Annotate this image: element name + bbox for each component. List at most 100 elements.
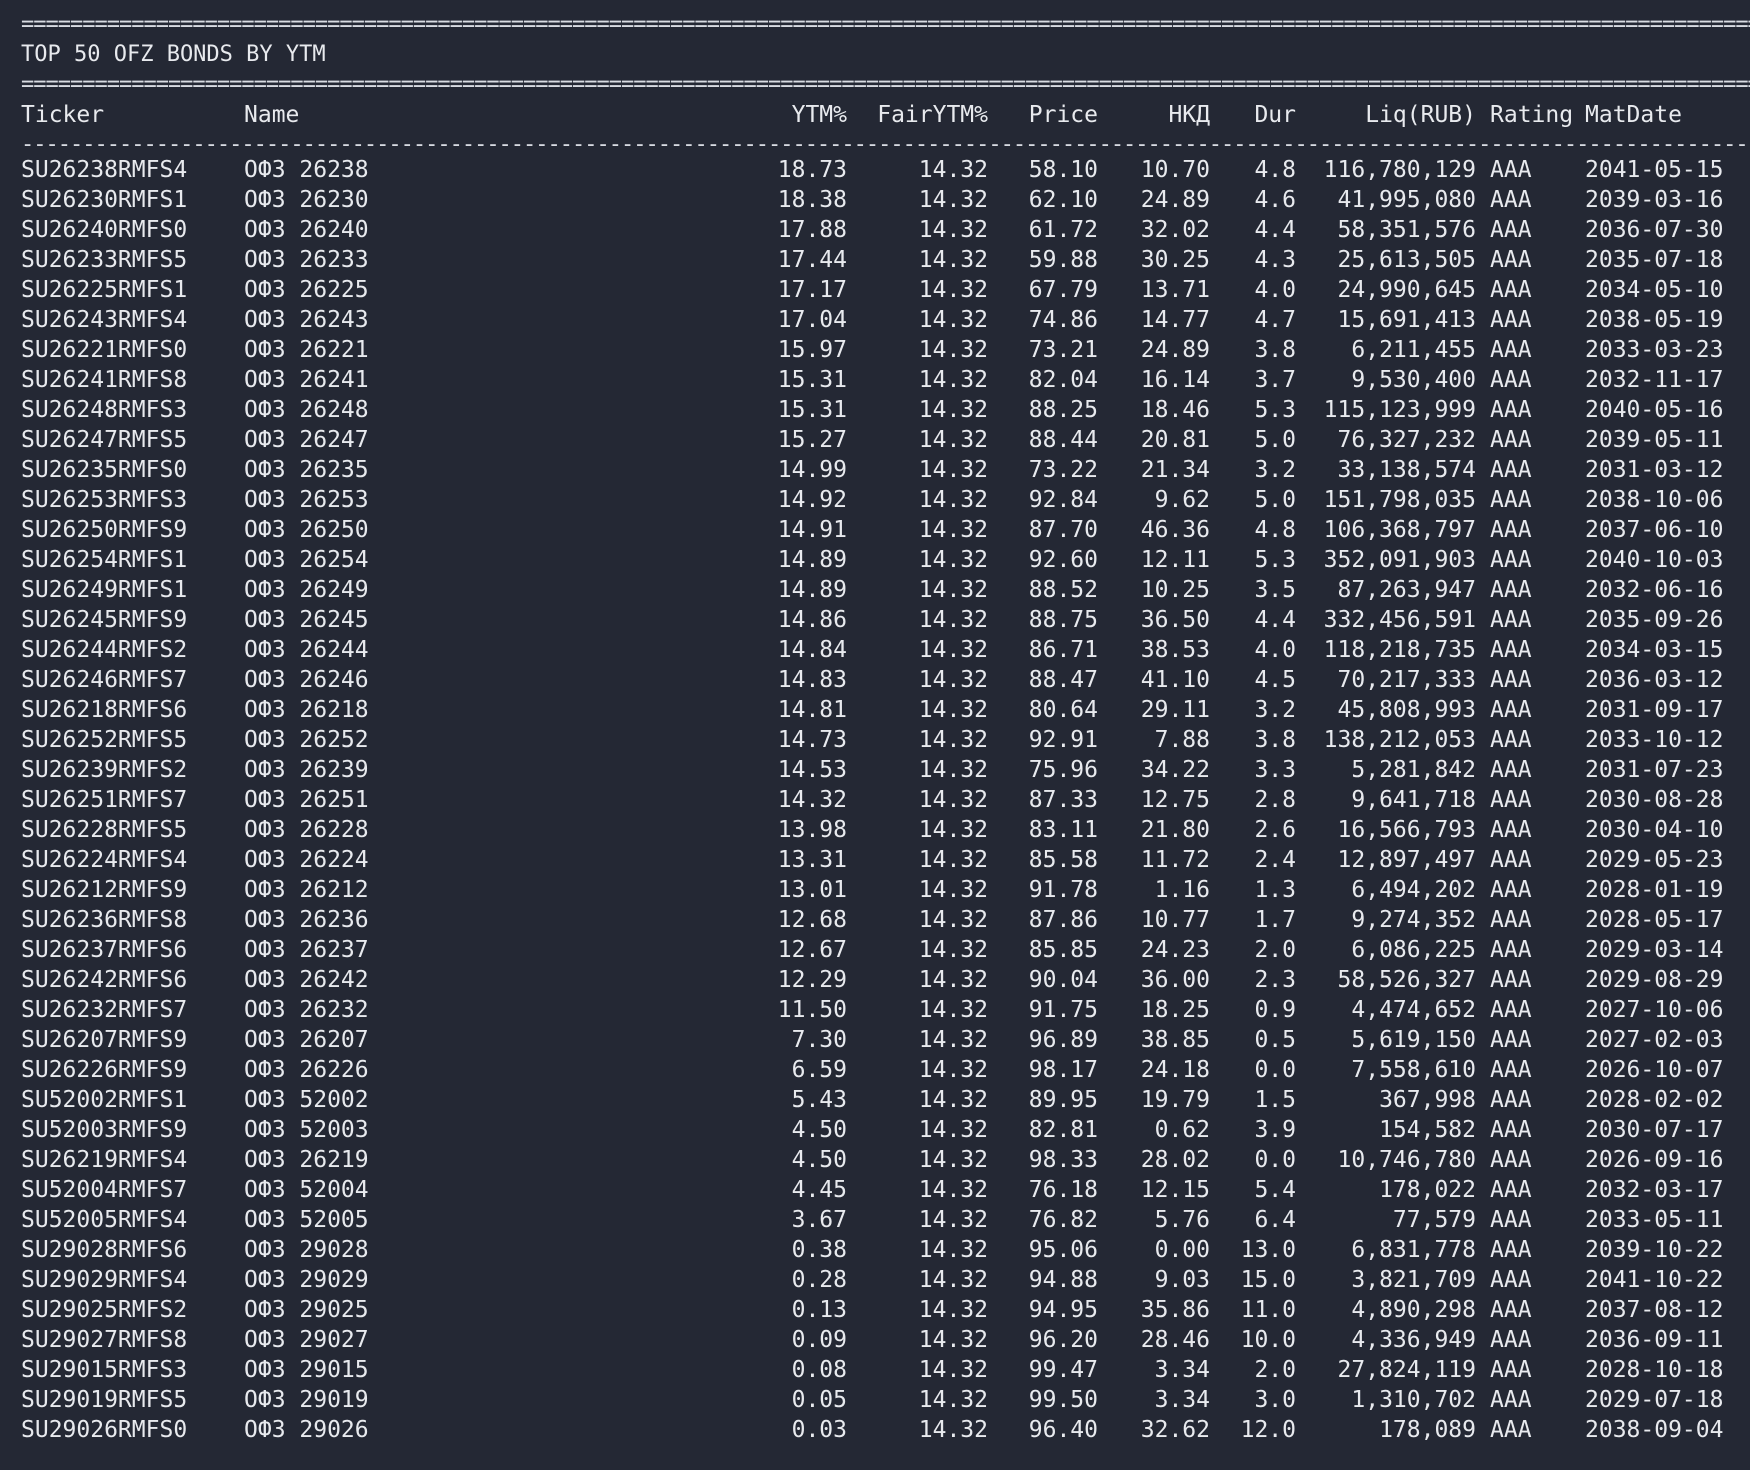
cell-maturity-date: 2039-03-16	[1585, 187, 1724, 213]
cell-ytm: 0.05	[791, 1387, 847, 1413]
cell-ytm: 14.53	[777, 757, 847, 783]
cell-maturity-date: 2035-09-26	[1585, 607, 1724, 633]
cell-dur: 1.7	[1254, 907, 1296, 933]
cell-dur: 4.8	[1254, 157, 1296, 183]
cell-dur: 0.0	[1254, 1057, 1296, 1083]
header-liquidity: Liq(RUB)	[1365, 102, 1476, 128]
cell-maturity-date: 2032-11-17	[1585, 367, 1724, 393]
cell-liquidity: 4,890,298	[1351, 1297, 1476, 1323]
cell-liquidity: 25,613,505	[1337, 247, 1476, 273]
cell-ticker: SU29026RMFS0	[21, 1417, 188, 1443]
cell-name: ОФЗ 26221	[244, 337, 369, 363]
cell-liquidity: 116,780,129	[1323, 157, 1476, 183]
cell-ytm: 7.30	[791, 1027, 847, 1053]
cell-rating: AAA	[1490, 817, 1532, 843]
cell-ytm: 14.86	[777, 607, 847, 633]
cell-ticker: SU52005RMFS4	[21, 1207, 188, 1233]
cell-rating: AAA	[1490, 1147, 1532, 1173]
double-separator-mid: ========================================…	[21, 72, 1750, 97]
cell-price: 88.47	[1028, 667, 1098, 693]
cell-name: ОФЗ 26242	[244, 967, 369, 993]
cell-rating: AAA	[1490, 487, 1532, 513]
cell-nkd: 16.14	[1140, 367, 1210, 393]
cell-name: ОФЗ 26240	[244, 217, 369, 243]
cell-ytm: 0.03	[791, 1417, 847, 1443]
cell-liquidity: 4,336,949	[1351, 1327, 1476, 1353]
header-name: Name	[244, 102, 300, 128]
cell-price: 96.40	[1028, 1417, 1098, 1443]
cell-price: 62.10	[1028, 187, 1098, 213]
cell-ticker: SU26218RMFS6	[21, 697, 188, 723]
cell-name: ОФЗ 29027	[244, 1327, 369, 1353]
cell-ticker: SU26228RMFS5	[21, 817, 188, 843]
cell-ticker: SU29027RMFS8	[21, 1327, 188, 1353]
cell-name: ОФЗ 26237	[244, 937, 369, 963]
cell-liquidity: 12,897,497	[1337, 847, 1476, 873]
cell-liquidity: 5,619,150	[1351, 1027, 1476, 1053]
cell-liquidity: 178,022	[1379, 1177, 1476, 1203]
cell-ticker: SU26212RMFS9	[21, 877, 188, 903]
cell-ticker: SU26252RMFS5	[21, 727, 188, 753]
cell-maturity-date: 2030-04-10	[1585, 817, 1724, 843]
cell-ytm: 13.98	[777, 817, 847, 843]
cell-maturity-date: 2036-09-11	[1585, 1327, 1724, 1353]
cell-fair-ytm: 14.32	[918, 907, 988, 933]
cell-maturity-date: 2030-08-28	[1585, 787, 1724, 813]
cell-fair-ytm: 14.32	[918, 667, 988, 693]
header-fair-ytm: FairYTM%	[877, 102, 988, 128]
cell-price: 73.22	[1028, 457, 1098, 483]
cell-ticker: SU26251RMFS7	[21, 787, 188, 813]
report-title: TOP 50 OFZ BONDS BY YTM	[21, 42, 326, 67]
cell-name: ОФЗ 26241	[244, 367, 369, 393]
cell-ytm: 17.44	[777, 247, 847, 273]
cell-maturity-date: 2038-09-04	[1585, 1417, 1724, 1443]
cell-name: ОФЗ 26247	[244, 427, 369, 453]
cell-rating: AAA	[1490, 1357, 1532, 1383]
cell-liquidity: 9,530,400	[1351, 367, 1476, 393]
header-nkd: НКД	[1168, 102, 1210, 128]
cell-nkd: 28.46	[1140, 1327, 1210, 1353]
cell-ytm: 0.08	[791, 1357, 847, 1383]
cell-rating: AAA	[1490, 847, 1532, 873]
double-separator-top: ========================================…	[21, 12, 1750, 37]
cell-price: 88.25	[1028, 397, 1098, 423]
cell-nkd: 10.70	[1140, 157, 1210, 183]
terminal-window: ========================================…	[0, 0, 1750, 1470]
cell-price: 83.11	[1028, 817, 1098, 843]
cell-nkd: 12.15	[1140, 1177, 1210, 1203]
cell-liquidity: 76,327,232	[1337, 427, 1476, 453]
cell-maturity-date: 2031-09-17	[1585, 697, 1724, 723]
cell-name: ОФЗ 26207	[244, 1027, 369, 1053]
cell-dur: 3.7	[1254, 367, 1296, 393]
cell-name: ОФЗ 29029	[244, 1267, 369, 1293]
cell-fair-ytm: 14.32	[918, 1147, 988, 1173]
cell-maturity-date: 2029-03-14	[1585, 937, 1724, 963]
cell-price: 94.95	[1028, 1297, 1098, 1323]
cell-nkd: 21.34	[1140, 457, 1210, 483]
cell-nkd: 21.80	[1140, 817, 1210, 843]
cell-liquidity: 41,995,080	[1337, 187, 1476, 213]
cell-nkd: 10.77	[1140, 907, 1210, 933]
cell-dur: 2.6	[1254, 817, 1296, 843]
cell-name: ОФЗ 26248	[244, 397, 369, 423]
cell-dur: 5.0	[1254, 487, 1296, 513]
cell-ytm: 5.43	[791, 1087, 847, 1113]
cell-nkd: 9.03	[1154, 1267, 1210, 1293]
cell-dur: 4.0	[1254, 277, 1296, 303]
cell-ytm: 14.89	[777, 577, 847, 603]
cell-ticker: SU29028RMFS6	[21, 1237, 188, 1263]
cell-ticker: SU26247RMFS5	[21, 427, 188, 453]
cell-name: ОФЗ 26218	[244, 697, 369, 723]
cell-price: 96.89	[1028, 1027, 1098, 1053]
cell-price: 75.96	[1028, 757, 1098, 783]
cell-ticker: SU26238RMFS4	[21, 157, 188, 183]
cell-name: ОФЗ 26212	[244, 877, 369, 903]
cell-nkd: 0.00	[1154, 1237, 1210, 1263]
cell-nkd: 36.50	[1140, 607, 1210, 633]
cell-dur: 2.0	[1254, 937, 1296, 963]
cell-name: ОФЗ 26226	[244, 1057, 369, 1083]
cell-maturity-date: 2036-03-12	[1585, 667, 1724, 693]
cell-rating: AAA	[1490, 667, 1532, 693]
cell-fair-ytm: 14.32	[918, 877, 988, 903]
cell-name: ОФЗ 26235	[244, 457, 369, 483]
